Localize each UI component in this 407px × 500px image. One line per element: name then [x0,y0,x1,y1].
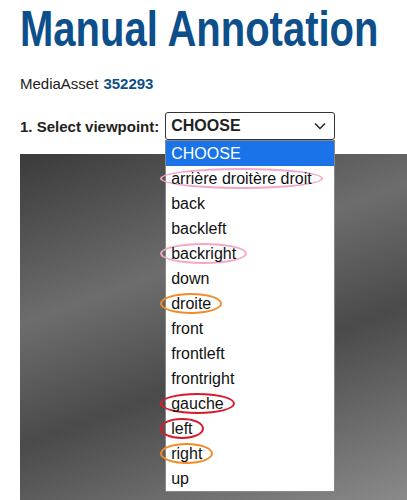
option-label: backleft [160,218,237,239]
viewpoint-option[interactable]: frontleft [166,341,334,366]
viewpoint-menu: CHOOSEarrière droitère droitbackbackleft… [165,140,335,492]
option-label: gauche [160,393,235,414]
option-label: back [160,193,216,214]
viewpoint-option[interactable]: down [166,266,334,291]
chevron-down-icon [314,122,326,130]
option-label: up [160,468,200,489]
option-label: arrière droitère droit [160,168,323,189]
viewpoint-option[interactable]: droite [166,291,334,316]
viewpoint-option[interactable]: right [166,441,334,466]
viewpoint-select[interactable]: CHOOSE [165,112,335,140]
viewpoint-option[interactable]: back [166,191,334,216]
option-label: front [160,318,214,339]
viewpoint-option[interactable]: backleft [166,216,334,241]
option-label: frontleft [160,343,235,364]
option-label: CHOOSE [160,143,251,164]
option-label: right [160,443,213,464]
viewpoint-option[interactable]: frontright [166,366,334,391]
viewpoint-option[interactable]: up [166,466,334,491]
option-label: backright [160,243,247,264]
option-label: frontright [160,368,245,389]
media-asset-link[interactable]: 352293 [103,74,153,94]
media-asset-label: MediaAsset [20,74,98,94]
select-value: CHOOSE [171,117,240,135]
viewpoint-select-wrap: CHOOSECHOOSEarrière droitère droitbackba… [165,112,335,140]
annotation-page: Manual Annotation MediaAsset352293 1. Sele… [0,0,407,500]
viewpoint-option[interactable]: left [166,416,334,441]
option-label: down [160,268,220,289]
media-asset-line: MediaAsset352293 [20,74,407,94]
viewpoint-option[interactable]: front [166,316,334,341]
option-label: left [160,418,203,439]
viewpoint-row: 1. Select viewpoint: CHOOSECHOOSEarrière … [20,112,407,140]
viewpoint-option[interactable]: backright [166,241,334,266]
viewpoint-option[interactable]: arrière droitère droit [166,166,334,191]
viewpoint-option[interactable]: gauche [166,391,334,416]
option-label: droite [160,293,222,314]
viewpoint-option[interactable]: CHOOSE [166,141,334,166]
viewpoint-label: 1. Select viewpoint: [20,118,159,135]
page-title: Manual Annotation [20,2,330,56]
